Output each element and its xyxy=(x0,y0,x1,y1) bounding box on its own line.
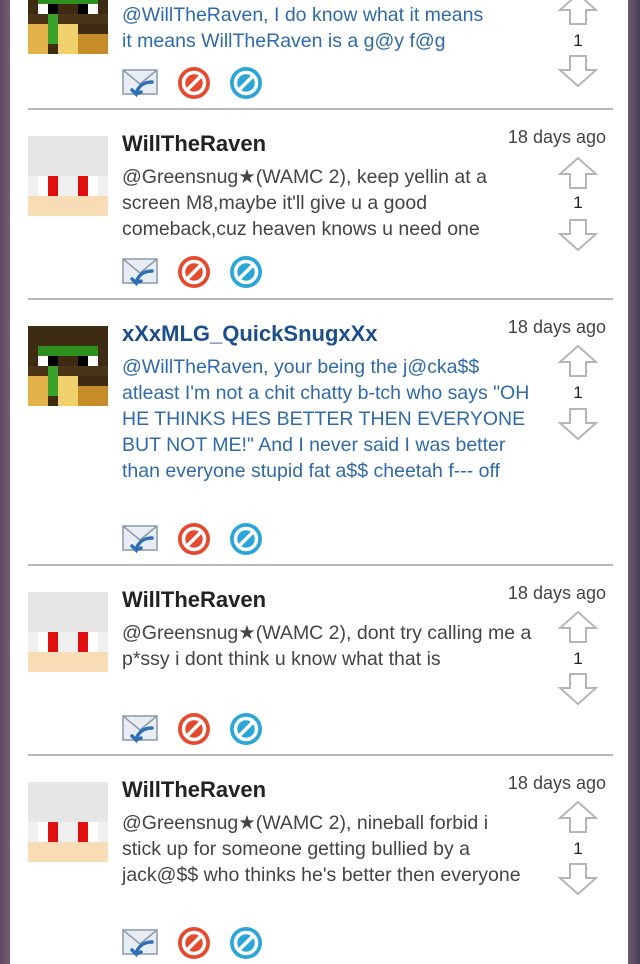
vote-control: 1 xyxy=(558,610,598,710)
reply-icon[interactable] xyxy=(122,64,160,102)
vote-control: 1 xyxy=(558,156,598,256)
upvote-arrow-icon[interactable] xyxy=(558,610,598,644)
comment-text: @Greensnug★(WAMC 2), keep yellin at a sc… xyxy=(122,166,487,240)
reply-icon[interactable] xyxy=(122,253,160,291)
vote-count: 1 xyxy=(573,839,583,858)
downvote-arrow-icon[interactable] xyxy=(558,672,598,706)
flag-icon[interactable] xyxy=(175,710,213,748)
comment-actions xyxy=(122,520,282,560)
upvote-arrow-icon[interactable] xyxy=(558,156,598,190)
downvote-arrow-icon[interactable] xyxy=(558,862,598,896)
comment-text: @WillTheRaven, your being the j@cka$$ at… xyxy=(122,356,530,482)
comment-actions xyxy=(122,64,282,104)
comment-username[interactable]: WillTheRaven xyxy=(122,131,266,157)
comment-username[interactable]: xXxMLG_QuickSnugxXx xyxy=(122,321,378,347)
downvote-arrow-icon[interactable] xyxy=(558,407,598,441)
vote-count: 1 xyxy=(573,383,583,402)
flag-icon[interactable] xyxy=(175,253,213,291)
creeper-skin-avatar[interactable] xyxy=(28,326,108,406)
comment-actions xyxy=(122,710,282,750)
comment-text: @Greensnug★(WAMC 2), nineball forbid i s… xyxy=(122,812,521,886)
upvote-arrow-icon[interactable] xyxy=(558,0,598,26)
comment-username[interactable]: WillTheRaven xyxy=(122,587,266,613)
block-icon[interactable] xyxy=(227,520,265,558)
comment-text: @Greensnug★(WAMC 2), dont try calling me… xyxy=(122,622,532,670)
comment-timestamp: 18 days ago xyxy=(507,583,606,603)
white-skin-avatar[interactable] xyxy=(28,592,108,672)
white-skin-avatar[interactable] xyxy=(28,782,108,862)
comment-username[interactable]: WillTheRaven xyxy=(122,777,266,803)
vote-control: 1 xyxy=(558,0,598,92)
comment-text: @WillTheRaven, I do know what it means i… xyxy=(122,4,484,52)
flag-icon[interactable] xyxy=(175,64,213,102)
vote-control: 1 xyxy=(558,344,598,444)
flag-icon[interactable] xyxy=(175,520,213,558)
comment-timestamp: 18 days ago xyxy=(507,317,606,337)
block-icon[interactable] xyxy=(227,924,265,962)
vote-count: 1 xyxy=(573,649,583,668)
comment-actions xyxy=(122,924,282,964)
comment-item: @WillTheRaven, I do know what it means i… xyxy=(10,0,628,110)
downvote-arrow-icon[interactable] xyxy=(558,54,598,88)
reply-icon[interactable] xyxy=(122,520,160,558)
upvote-arrow-icon[interactable] xyxy=(558,800,598,834)
reply-icon[interactable] xyxy=(122,710,160,748)
creeper-skin-avatar[interactable] xyxy=(28,0,108,54)
comment-timestamp: 18 days ago xyxy=(507,127,606,147)
block-icon[interactable] xyxy=(227,710,265,748)
flag-icon[interactable] xyxy=(175,924,213,962)
vote-count: 1 xyxy=(573,193,583,212)
comment-item: xXxMLG_QuickSnugxXx 18 days ago @WillThe… xyxy=(10,300,628,564)
comment-actions xyxy=(122,253,282,293)
block-icon[interactable] xyxy=(227,64,265,102)
comment-item: WillTheRaven 18 days ago @Greensnug★(WAM… xyxy=(10,110,628,298)
reply-icon[interactable] xyxy=(122,924,160,962)
comment-item: WillTheRaven 18 days ago @Greensnug★(WAM… xyxy=(10,756,628,963)
white-skin-avatar[interactable] xyxy=(28,136,108,216)
upvote-arrow-icon[interactable] xyxy=(558,344,598,378)
downvote-arrow-icon[interactable] xyxy=(558,218,598,252)
vote-control: 1 xyxy=(558,800,598,900)
block-icon[interactable] xyxy=(227,253,265,291)
comment-item: WillTheRaven 18 days ago @Greensnug★(WAM… xyxy=(10,566,628,754)
comment-timestamp: 18 days ago xyxy=(507,773,606,793)
vote-count: 1 xyxy=(573,31,583,50)
